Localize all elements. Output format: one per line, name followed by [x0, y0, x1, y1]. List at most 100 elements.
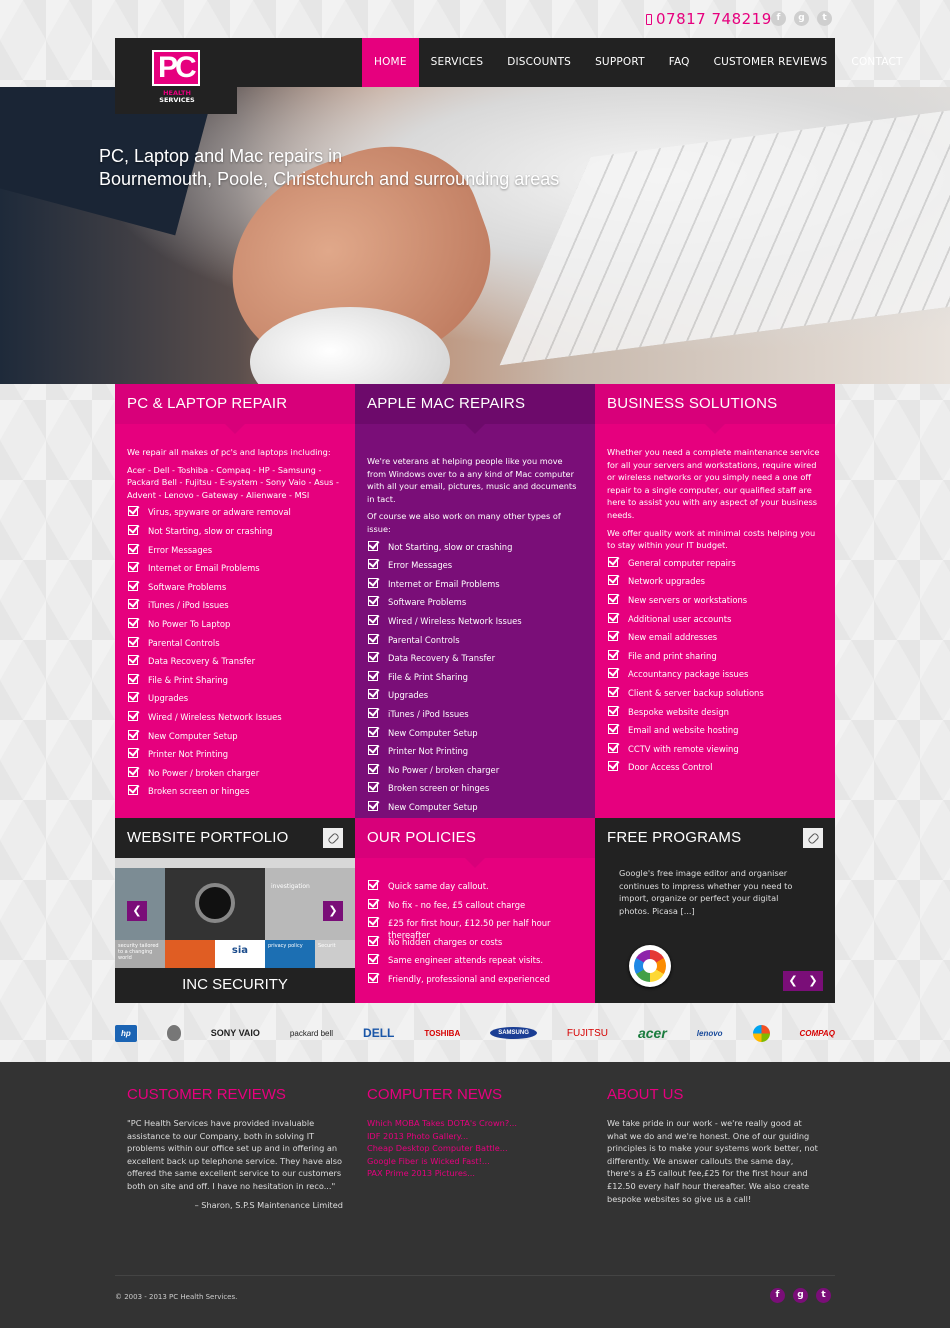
- facebook-icon[interactable]: f: [771, 11, 786, 26]
- phone-icon: [646, 14, 652, 25]
- customer-reviews: CUSTOMER REVIEWS "PC Health Services hav…: [115, 1080, 355, 1290]
- checkbox-icon: [128, 655, 138, 666]
- compaq-logo: COMPAQ: [799, 1028, 835, 1038]
- checkbox-icon: [128, 766, 138, 777]
- nav-customer-reviews[interactable]: CUSTOMER REVIEWS: [702, 38, 840, 87]
- list-item: Error Messages: [367, 559, 583, 578]
- google-plus-icon[interactable]: g: [794, 11, 809, 26]
- list-item: CCTV with remote viewing: [607, 742, 823, 762]
- next-arrow-icon[interactable]: ❯: [323, 901, 343, 921]
- list-item: iTunes / iPod Issues: [127, 599, 343, 618]
- news-link[interactable]: IDF 2013 Photo Gallery...: [367, 1130, 583, 1143]
- list-item-label: New Computer Setup: [148, 730, 238, 741]
- list-item-label: Additional user accounts: [628, 613, 732, 624]
- list-item-label: Upgrades: [388, 690, 429, 701]
- twitter-icon[interactable]: t: [816, 1288, 831, 1303]
- link-icon[interactable]: [323, 828, 343, 848]
- portfolio-screenshot[interactable]: investigation security tailored to a cha…: [115, 858, 355, 968]
- list-item-label: Data Recovery & Transfer: [148, 656, 256, 667]
- footer: CUSTOMER REVIEWS "PC Health Services hav…: [0, 1062, 950, 1328]
- apple-logo: [166, 1025, 181, 1041]
- list-item-label: No Power / broken charger: [148, 767, 260, 778]
- list-item-label: Quick same day callout.: [388, 881, 489, 891]
- list-item: Parental Controls: [127, 636, 343, 656]
- intro-text: We're veterans at helping people like yo…: [367, 456, 577, 504]
- list-item: Error Messages: [127, 543, 343, 563]
- list-item: Internet or Email Problems: [127, 562, 343, 581]
- link-icon[interactable]: [803, 828, 823, 848]
- checkbox-icon: [608, 686, 618, 697]
- nav-contact[interactable]: CONTACT: [839, 38, 914, 87]
- news-link[interactable]: PAX Prime 2013 Pictures...: [367, 1167, 583, 1180]
- checkbox-icon: [608, 668, 618, 679]
- checkbox-icon: [608, 612, 618, 623]
- news-link[interactable]: Cheap Desktop Computer Battle...: [367, 1142, 583, 1155]
- checkbox-icon: [128, 636, 138, 647]
- main-nav: HOME SERVICES DISCOUNTS SUPPORT FAQ CUST…: [362, 38, 915, 87]
- review-text: "PC Health Services have provided invalu…: [127, 1118, 343, 1191]
- portfolio-section: WEBSITE PORTFOLIO investigation security…: [115, 818, 355, 1003]
- next-arrow-icon[interactable]: ❯: [803, 971, 823, 991]
- list-item: New Computer Setup: [367, 726, 583, 746]
- list-item-label: Software Problems: [148, 581, 227, 592]
- list-item: No Power To Laptop: [127, 617, 343, 637]
- list-item-label: New servers or workstations: [628, 594, 748, 605]
- list-item: Wired / Wireless Network Issues: [367, 614, 583, 634]
- pc-issue-list: Virus, spyware or adware removal Not Star…: [115, 506, 355, 804]
- list-item-label: Broken screen or hinges: [388, 783, 490, 794]
- list-item-label: Virus, spyware or adware removal: [148, 507, 291, 518]
- mac-repair-section: APPLE MAC REPAIRS We're veterans at help…: [355, 384, 595, 818]
- phone-number[interactable]: 07817 748219: [646, 10, 772, 28]
- pc-repair-section: PC & LAPTOP REPAIR We repair all makes o…: [115, 384, 355, 818]
- footer-title: COMPUTER NEWS: [367, 1086, 502, 1103]
- checkbox-icon: [128, 599, 138, 610]
- intro-text: Whether you need a complete maintenance …: [607, 447, 820, 520]
- checkbox-icon: [368, 763, 378, 774]
- list-item: Friendly, professional and experienced: [367, 972, 583, 992]
- checkbox-icon: [608, 705, 618, 716]
- title-notch: [705, 424, 725, 434]
- list-item-label: Software Problems: [388, 597, 467, 608]
- nav-home[interactable]: HOME: [362, 38, 419, 87]
- prev-arrow-icon[interactable]: ❮: [783, 971, 803, 991]
- news-link[interactable]: Which MOBA Takes DOTA's Crown?...: [367, 1117, 583, 1130]
- checkbox-icon: [128, 748, 138, 759]
- list-item: File and print sharing: [607, 649, 823, 669]
- list-item: Data Recovery & Transfer: [367, 652, 583, 671]
- list-item: General computer repairs: [607, 556, 823, 576]
- list-item-label: New email addresses: [628, 632, 718, 643]
- checkbox-icon: [608, 761, 618, 772]
- list-item: File & Print Sharing: [367, 670, 583, 690]
- list-item-label: Network upgrades: [628, 576, 705, 587]
- nav-faq[interactable]: FAQ: [657, 38, 702, 87]
- packard-bell-logo: packard bell: [289, 1028, 334, 1038]
- footer-divider: [115, 1275, 835, 1276]
- list-item-label: CCTV with remote viewing: [628, 743, 739, 754]
- about-text: We take pride in our work - we're really…: [607, 1118, 818, 1204]
- list-item: New servers or workstations: [607, 593, 823, 613]
- facebook-icon[interactable]: f: [770, 1288, 785, 1303]
- list-item: Client & server backup solutions: [607, 686, 823, 706]
- news-link[interactable]: Google Fiber is Wicked Fast!...: [367, 1155, 583, 1168]
- prev-arrow-icon[interactable]: ❮: [127, 901, 147, 921]
- nav-services[interactable]: SERVICES: [419, 38, 496, 87]
- list-item-label: Wired / Wireless Network Issues: [148, 711, 282, 722]
- list-item-label: No hidden charges or costs: [388, 936, 503, 947]
- list-item: Software Problems: [127, 580, 343, 600]
- dell-logo: DELL: [363, 1026, 395, 1040]
- google-plus-icon[interactable]: g: [793, 1288, 808, 1303]
- picasa-icon[interactable]: [629, 945, 671, 987]
- list-item-label: Door Access Control: [628, 762, 713, 773]
- logo[interactable]: PC HEALTH SERVICES: [115, 38, 237, 114]
- checkbox-icon: [368, 633, 378, 644]
- section-title: BUSINESS SOLUTIONS: [595, 384, 835, 424]
- checkbox-icon: [608, 575, 618, 586]
- twitter-icon[interactable]: t: [817, 11, 832, 26]
- nav-discounts[interactable]: DISCOUNTS: [495, 38, 583, 87]
- list-item: Bespoke website design: [607, 705, 823, 725]
- list-item-label: Printer Not Printing: [148, 749, 229, 760]
- toshiba-logo: TOSHIBA: [424, 1028, 461, 1038]
- nav-support[interactable]: SUPPORT: [583, 38, 657, 87]
- hero-title: PC, Laptop and Mac repairs in Bournemouth…: [99, 146, 560, 189]
- list-item: £25 for first hour, £12.50 per half hour…: [367, 917, 583, 940]
